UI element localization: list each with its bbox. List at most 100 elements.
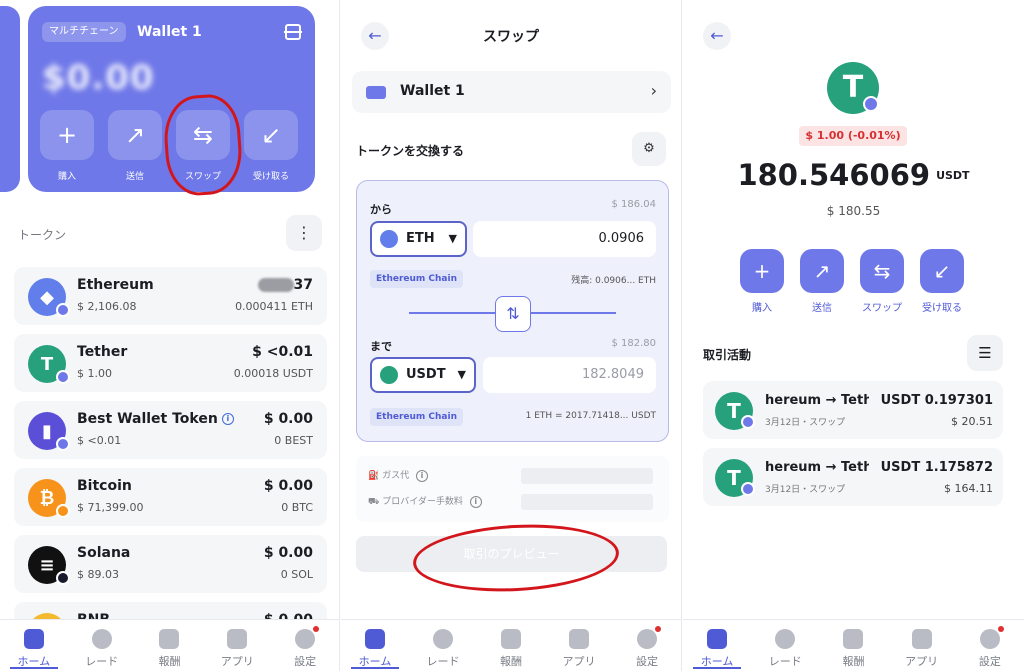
nav-trade[interactable]: レード — [72, 620, 132, 671]
gift-icon — [501, 629, 521, 649]
transaction-usd: $ 164.11 — [944, 482, 993, 495]
nav-rewards[interactable]: 報酬 — [139, 620, 199, 671]
buy-button[interactable]: + 購入 — [40, 110, 94, 182]
transaction-row[interactable]: T hereum → Tethe 3月12日・スワップ 0.197301 USD… — [703, 381, 1003, 439]
truck-icon: ⛟ — [368, 497, 380, 507]
chain-badge-icon — [863, 96, 879, 112]
nav-settings[interactable]: 設定 — [275, 620, 335, 671]
nav-trade[interactable]: レード — [413, 620, 473, 671]
plus-icon: + — [40, 110, 94, 160]
apps-grid-icon — [227, 629, 248, 649]
nav-home[interactable]: ホーム — [345, 620, 405, 671]
red-annotation-circle — [411, 519, 621, 597]
more-options-button[interactable]: ⋮ — [286, 215, 322, 251]
nav-settings[interactable]: 設定 — [960, 620, 1020, 671]
token-row-ethereum[interactable]: ◆ Ethereum $ 2,106.08 37 0.000411 ETH — [14, 267, 327, 325]
apps-grid-icon — [569, 629, 589, 649]
nav-label: 設定 — [294, 655, 317, 668]
chain-badge-icon — [56, 303, 70, 317]
hidden-value-mask — [257, 278, 294, 292]
chain-badge-icon — [56, 437, 70, 451]
nav-rewards[interactable]: 報酬 — [823, 620, 883, 671]
wallet-selector[interactable]: Wallet 1 › — [352, 71, 671, 113]
send-button[interactable]: ↗ 送信 — [800, 249, 844, 314]
fee-section: ⛽ ガス代 i ⛟ プロバイダー手数料 i — [356, 456, 669, 522]
nav-rewards[interactable]: 報酬 — [481, 620, 541, 671]
swap-settings-button[interactable]: ⚙ — [632, 132, 666, 166]
token-quantity: 0 SOL — [280, 568, 313, 581]
transaction-amount: 0.197301 USDT — [880, 393, 993, 408]
receive-button[interactable]: ↙ 受け取る — [920, 249, 964, 314]
asset-usd-value: $ 180.55 — [826, 204, 881, 218]
tether-icon: T — [827, 62, 879, 114]
wallet-icon — [707, 629, 728, 649]
nav-home[interactable]: ホーム — [4, 620, 64, 671]
chain-badge-icon — [741, 482, 755, 496]
nav-apps[interactable]: アプリ — [549, 620, 609, 671]
token-value: $ <0.01 — [252, 344, 313, 360]
token-price: $ 2,106.08 — [77, 300, 137, 313]
gas-fee-placeholder — [521, 468, 653, 484]
receive-arrow-icon: ↙ — [244, 110, 298, 160]
token-quantity: 0 BTC — [281, 501, 313, 514]
asset-detail-screen: ← T $ 1.00 (-0.01%) 180.546069 USDT $ 180… — [683, 0, 1024, 671]
sliders-icon: ⚙ — [643, 141, 655, 156]
send-arrow-icon: ↗ — [108, 110, 162, 160]
swap-vertical-icon: ⇅ — [506, 304, 520, 323]
token-row-solana[interactable]: ≡ Solana $ 89.03 $ 0.00 0 SOL — [14, 535, 327, 593]
transaction-pair: hereum → Tethe — [765, 460, 869, 475]
info-icon[interactable]: i — [469, 495, 482, 508]
nav-label: アプリ — [562, 655, 596, 668]
token-price: $ 71,399.00 — [77, 501, 144, 514]
buy-button[interactable]: + 購入 — [740, 249, 784, 314]
scan-icon[interactable] — [284, 24, 302, 40]
chain-badge-icon — [56, 571, 70, 585]
token-quantity: 0.000411 ETH — [235, 300, 313, 313]
receive-arrow-icon: ↙ — [920, 249, 964, 293]
token-row-bitcoin[interactable]: ₿ Bitcoin $ 71,399.00 $ 0.00 0 BTC — [14, 468, 327, 526]
token-price: $ 89.03 — [77, 568, 119, 581]
swap-direction-button[interactable]: ⇅ — [495, 296, 531, 332]
nav-apps[interactable]: アプリ — [207, 620, 267, 671]
trade-icon — [433, 629, 453, 649]
buy-label: 購入 — [752, 303, 772, 314]
nav-label: アプリ — [905, 655, 939, 668]
from-token-selector[interactable]: ETH ▼ — [370, 221, 467, 257]
back-button[interactable]: ← — [703, 22, 731, 50]
from-amount-input[interactable]: 0.0906 — [473, 221, 656, 257]
send-button[interactable]: ↗ 送信 — [108, 110, 162, 182]
receive-button[interactable]: ↙ 受け取る — [244, 110, 298, 182]
info-icon[interactable]: i — [221, 413, 234, 425]
to-token-selector[interactable]: USDT ▼ — [370, 357, 476, 393]
apps-grid-icon — [911, 629, 932, 649]
swap-screen: ← スワップ Wallet 1 › トークンを交換する ⚙ から $ 186.0… — [341, 0, 682, 671]
wallet-icon — [23, 629, 44, 649]
nav-settings[interactable]: 設定 — [617, 620, 677, 671]
token-value: $ 0.00 — [263, 411, 313, 427]
transaction-date: 3月12日・スワップ — [765, 485, 846, 495]
token-row-tether[interactable]: T Tether $ 1.00 $ <0.01 0.00018 USDT — [14, 334, 327, 392]
filter-button[interactable]: ☰ — [967, 335, 1003, 371]
info-icon[interactable]: i — [415, 469, 428, 482]
token-row-best-wallet-token[interactable]: ▮ Best Wallet Token i $ <0.01 $ 0.00 0 BE… — [14, 401, 327, 459]
nav-label: 報酬 — [842, 655, 865, 668]
nav-apps[interactable]: アプリ — [892, 620, 952, 671]
red-annotation-circle — [161, 92, 245, 198]
transaction-row[interactable]: T hereum → Tethe 3月12日・スワップ 1.175872 USD… — [703, 448, 1003, 506]
nav-home[interactable]: ホーム — [687, 620, 747, 671]
nav-label: アプリ — [220, 655, 254, 668]
more-vertical-icon: ⋮ — [296, 223, 312, 242]
to-token-symbol: USDT — [406, 367, 446, 382]
receive-label: 受け取る — [922, 303, 962, 314]
token-quantity: 0 BEST — [274, 434, 313, 447]
send-arrow-icon: ↗ — [800, 249, 844, 293]
token-name: Bitcoin — [77, 478, 132, 494]
asset-balance-amount: 180.546069 — [737, 158, 931, 192]
to-chain-badge: Ethereum Chain — [370, 408, 463, 426]
token-name: Tether — [77, 344, 128, 360]
swap-button[interactable]: ⇆ スワップ — [860, 249, 904, 314]
nav-trade[interactable]: レード — [755, 620, 815, 671]
notification-dot — [997, 626, 1004, 632]
previous-wallet-card-peek[interactable] — [0, 6, 20, 192]
gear-icon — [637, 629, 657, 649]
